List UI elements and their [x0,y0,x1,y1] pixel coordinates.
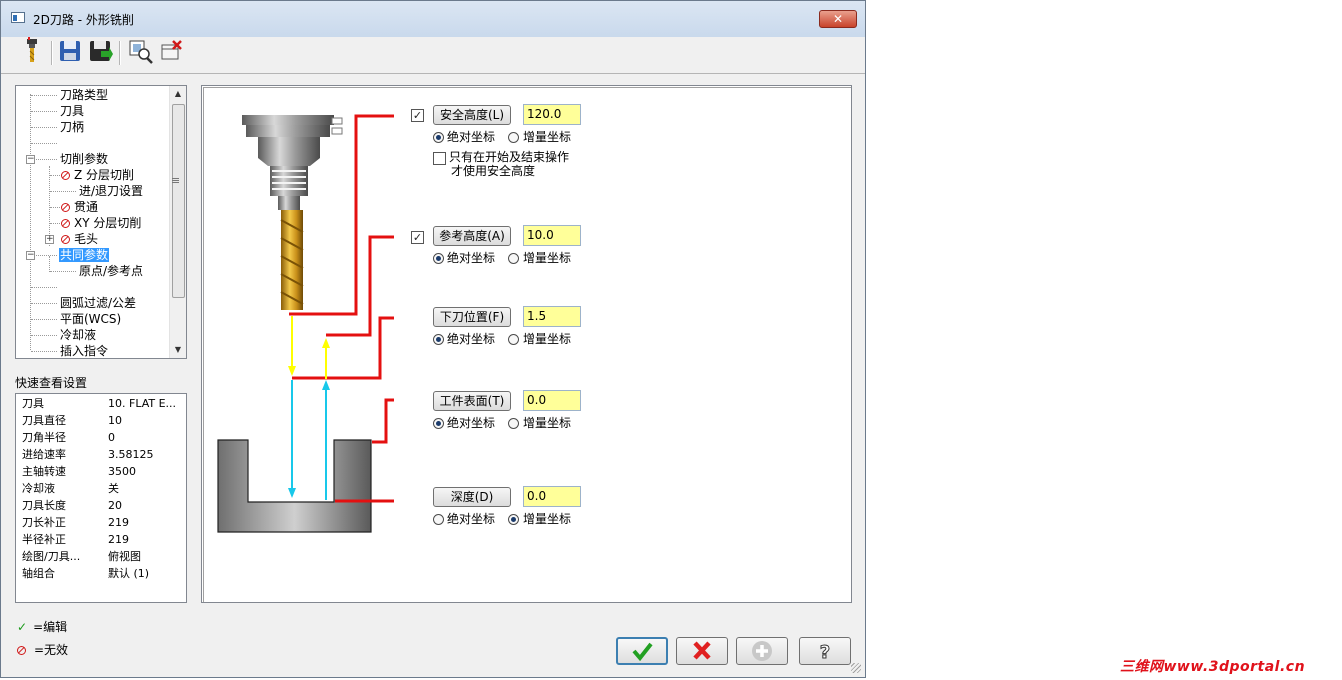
tree-item-z-depth[interactable]: Z 分层切削 [61,167,134,183]
dialog-window: 2D刀路 - 外形铣削 ✕ 刀路类型 刀具 刀柄 − 切削参数 Z 分层切削 进… [0,0,866,678]
save-icon[interactable] [57,37,83,65]
legend-invalid: =无效 [17,641,68,658]
legend-edit: ✓ =编辑 [17,620,68,634]
tree-item-canned-text[interactable]: 插入指令 [60,343,108,358]
clearance-inc-label: 增量坐标 [523,130,572,144]
tree-item-xy-stepover[interactable]: XY 分层切削 [61,215,141,231]
tree-item-planes[interactable]: 平面(WCS) [60,311,121,327]
check-icon [632,642,653,662]
add-button[interactable] [736,637,788,665]
clearance-inc-radio[interactable] [508,132,519,143]
depth-field[interactable]: 0.0 [523,486,581,507]
tree-item-lead-in-out[interactable]: 进/退刀设置 [79,183,143,199]
feed-plane-field[interactable]: 1.5 [523,306,581,327]
linking-params-panel: ✓ 安全高度(L) 120.0 绝对坐标 增量坐标 只有在开始及结束操作 才使用… [201,85,852,603]
save-as-icon[interactable] [87,37,113,65]
retract-inc-label: 增量坐标 [523,251,572,265]
depth-abs-label: 绝对坐标 [447,512,496,526]
tree-item-tool[interactable]: 刀具 [60,103,84,119]
clearance-button[interactable]: 安全高度(L) [433,105,511,125]
watermark: 三维网www.3dportal.cn [1120,659,1306,675]
scroll-down-icon[interactable]: ▼ [170,342,186,358]
depth-inc-label: 增量坐标 [523,512,572,526]
only-start-end-checkbox[interactable] [433,152,446,165]
view-icon[interactable] [127,37,153,65]
toolbar [1,37,865,73]
tree-item-cut-params[interactable]: 切削参数 [60,151,108,167]
invalid-icon [61,235,70,244]
invalid-icon [61,203,70,212]
retract-field[interactable]: 10.0 [523,225,581,246]
tree-item-coolant[interactable]: 冷却液 [60,327,96,343]
resize-grip[interactable] [851,663,861,673]
retract-button[interactable]: 参考高度(A) [433,226,511,246]
tree-item-holder[interactable]: 刀柄 [60,119,84,135]
retract-abs-radio[interactable] [433,253,444,264]
expand-tabs[interactable]: + [45,235,54,244]
top-stock-abs-radio[interactable] [433,418,444,429]
top-stock-inc-label: 增量坐标 [523,416,572,430]
retract-checkbox[interactable]: ✓ [411,231,424,244]
delete-icon[interactable] [159,37,185,65]
tree-item-arc-filter[interactable]: 圆弧过滤/公差 [60,295,136,311]
retract-abs-label: 绝对坐标 [447,251,496,265]
top-stock-field[interactable]: 0.0 [523,390,581,411]
top-stock-abs-label: 绝对坐标 [447,416,496,430]
depth-button[interactable]: 深度(D) [433,487,511,507]
check-icon: ✓ [17,620,28,634]
question-icon: ? [819,642,830,664]
feed-plane-inc-label: 增量坐标 [523,332,572,346]
x-icon [693,641,711,660]
tree-item-tabs[interactable]: 毛头 [61,231,98,247]
parameter-tree: 刀路类型 刀具 刀柄 − 切削参数 Z 分层切削 进/退刀设置 贯通 XY 分层… [15,85,187,359]
tool-icon[interactable] [19,37,45,65]
top-stock-inc-radio[interactable] [508,418,519,429]
collapse-linking[interactable]: − [26,251,35,260]
ok-button[interactable] [616,637,668,665]
invalid-icon [17,646,26,655]
tree-scrollbar[interactable]: ▲ ▼ [169,86,186,358]
title-bar: 2D刀路 - 外形铣削 ✕ [1,1,865,37]
clearance-abs-radio[interactable] [433,132,444,143]
cancel-button[interactable] [676,637,728,665]
depth-inc-radio[interactable] [508,514,519,525]
feed-plane-abs-radio[interactable] [433,334,444,345]
app-icon [11,12,25,23]
plus-icon [752,641,772,661]
quickview-panel: 刀具 10. FLAT E... 刀具直径 10 刀角半径 0 进给速率 3.58125… [15,393,187,603]
scroll-thumb[interactable] [172,104,185,298]
tree-item-home-ref[interactable]: 原点/参考点 [79,263,143,279]
tree-item-toolpath-type[interactable]: 刀路类型 [60,87,108,103]
invalid-icon [61,219,70,228]
quickview-title: 快速查看设置 [15,376,88,390]
clearance-field[interactable]: 120.0 [523,104,581,125]
help-button[interactable]: ? [799,637,851,665]
clearance-abs-label: 绝对坐标 [447,130,496,144]
feed-plane-button[interactable]: 下刀位置(F) [433,307,511,327]
collapse-cut-params[interactable]: − [26,155,35,164]
top-stock-button[interactable]: 工件表面(T) [433,391,511,411]
window-title: 2D刀路 - 外形铣削 [33,13,134,27]
only-start-end-label-2: 才使用安全高度 [451,164,536,178]
feed-plane-abs-label: 绝对坐标 [447,332,496,346]
scroll-up-icon[interactable]: ▲ [170,86,186,102]
svg-text:?: ? [820,642,830,663]
close-button[interactable]: ✕ [819,10,857,28]
tree-item-linking-params[interactable]: 共同参数 [59,247,110,263]
retract-inc-radio[interactable] [508,253,519,264]
invalid-icon [61,171,70,180]
tree-item-break-through[interactable]: 贯通 [61,199,98,215]
only-start-end-label-1: 只有在开始及结束操作 [449,150,570,164]
depth-abs-radio[interactable] [433,514,444,525]
clearance-checkbox[interactable]: ✓ [411,109,424,122]
feed-plane-inc-radio[interactable] [508,334,519,345]
